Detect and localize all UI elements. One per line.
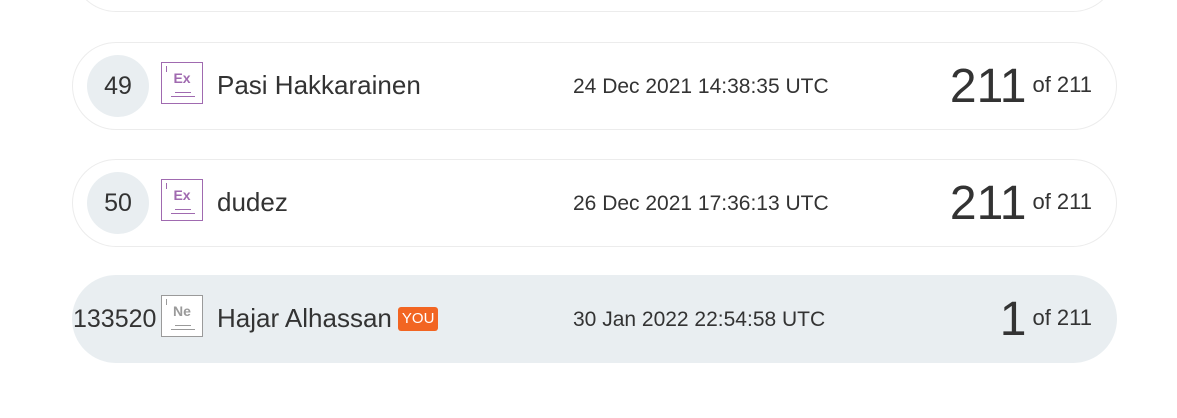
completion-date: 26 Dec 2021 17:36:13 UTC (573, 192, 829, 215)
score-value: 1 (999, 293, 1027, 346)
leaderboard-row[interactable]: 49 Ex Pasi Hakkarainen 24 Dec 2021 14:38… (72, 42, 1117, 130)
completion-date: 30 Jan 2022 22:54:58 UTC (573, 308, 826, 331)
leaderboard-row-current-user[interactable]: 133520 Ne Hajar Alhassan YOU 30 Jan 2022 … (72, 275, 1117, 363)
score: 1 of 211 (1000, 292, 1092, 347)
you-badge: YOU (397, 307, 439, 331)
level-icon-expert: Ex (161, 62, 203, 104)
score-total: of 211 (1032, 71, 1092, 97)
level-symbol: Ne (173, 303, 191, 319)
level-icon-expert: Ex (161, 179, 203, 221)
player-name-text: Hajar Alhassan (217, 303, 392, 333)
rank-badge: 50 (87, 172, 149, 234)
level-icon-newbie: Ne (161, 295, 203, 337)
completion-date: 24 Dec 2021 14:38:35 UTC (573, 75, 829, 98)
player-name[interactable]: Hajar Alhassan YOU (217, 303, 439, 334)
leaderboard: 49 Ex Pasi Hakkarainen 24 Dec 2021 14:38… (0, 0, 1177, 418)
score-value: 211 (949, 60, 1027, 113)
score-total: of 211 (1032, 304, 1092, 330)
player-name[interactable]: dudez (217, 187, 288, 218)
leaderboard-row[interactable]: 50 Ex dudez 26 Dec 2021 17:36:13 UTC 211… (72, 159, 1117, 247)
level-symbol: Ex (173, 187, 191, 203)
leaderboard-row-partial (72, 0, 1117, 12)
player-name[interactable]: Pasi Hakkarainen (217, 70, 421, 101)
score-total: of 211 (1032, 188, 1092, 214)
score-value: 211 (949, 177, 1027, 230)
score: 211 of 211 (950, 176, 1092, 231)
score: 211 of 211 (950, 59, 1092, 114)
level-symbol: Ex (173, 70, 191, 86)
rank-badge: 49 (87, 55, 149, 117)
rank-label: 133520 (73, 305, 157, 333)
